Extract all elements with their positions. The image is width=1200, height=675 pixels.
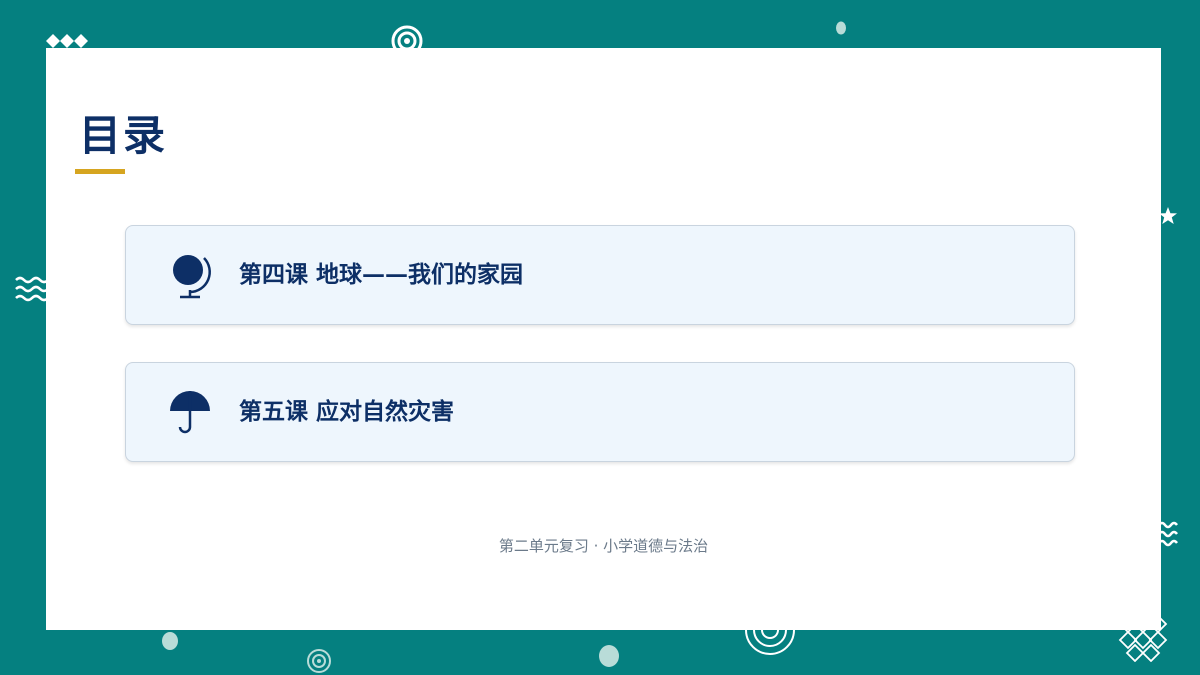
globe-icon [173, 255, 211, 299]
oval-decoration-1 [162, 632, 178, 650]
dot-decoration [836, 21, 846, 35]
slide-content-panel: 目录 第四课 地球——我们的家园 第五课 应对自然灾害 第二单元复习 · 小学道… [46, 48, 1161, 630]
target-circles-decoration [391, 25, 423, 50]
umbrella-icon [170, 391, 210, 434]
spiral-decoration-small [307, 649, 331, 673]
page-title: 目录 [79, 111, 168, 160]
toc-item-lesson-5[interactable]: 第五课 应对自然灾害 [125, 362, 1075, 462]
toc-item-lesson-4[interactable]: 第四课 地球——我们的家园 [125, 225, 1075, 325]
toc-item-label: 第四课 地球——我们的家园 [239, 261, 524, 288]
star-decoration [1159, 207, 1177, 224]
footer-caption: 第二单元复习 · 小学道德与法治 [498, 537, 709, 555]
oval-decoration-2 [599, 645, 619, 667]
spiral-decoration-large [745, 629, 795, 655]
waves-decoration-right [1158, 521, 1178, 547]
waves-decoration-left [15, 276, 48, 302]
title-underline [75, 169, 125, 174]
toc-item-label: 第五课 应对自然灾害 [239, 398, 455, 425]
